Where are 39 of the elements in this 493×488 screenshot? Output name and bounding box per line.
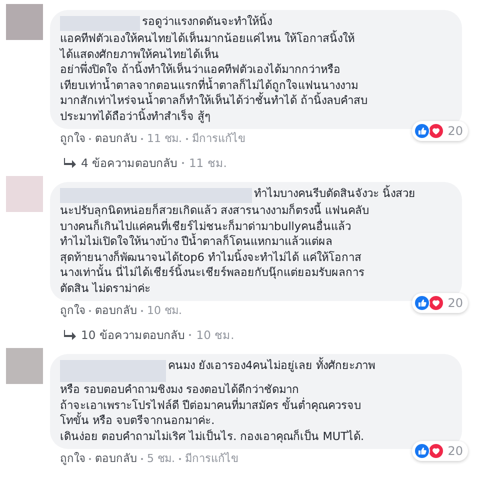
avatar[interactable] <box>6 4 43 40</box>
reactions-icon <box>414 123 444 139</box>
comment-text: แอคทีฟตัวเองให้คนไทยได้เห็นมากน้อยแค่ไหน ให้โอกาสนิ้งให้ ได้แสดงศักยภาพให้คนไทยได้เห็น อย่าพึ่งปิดใจ ถ้านิ้งทำให้เห็นว่าแอคทีฟตัวเองได้มากกว่าหรือ เทียบเท่าน้ำตาลจากตอนแรกที่น้ำตาลก็ไม่ได้ถูกใจแฟนนางงาม มากสักเท่าไหร่จนน้ำตาลก็ทำให้เห็นได้ว่าชั้นทำได้ ถ้านิ้งลบคำสบ ประมาทได้ถือว่านิ้งทำสำเร็จ สู้ๆ <box>60 31 369 124</box>
separator-dot <box>89 138 91 140</box>
action-link[interactable]: ตอบกลับ <box>95 304 137 318</box>
comment-text: ทำไมบางคนรีบตัดสินจังวะ นิ้งสวย <box>254 186 416 202</box>
action-text: 11 ชม. <box>147 132 182 146</box>
action-text: 5 ชม. <box>147 452 175 466</box>
reply-arrow-icon <box>64 158 76 168</box>
separator-dot <box>89 458 91 460</box>
reactions-icon <box>414 443 444 459</box>
action-link[interactable]: ถูกใจ <box>60 452 85 466</box>
action-text: มีการแก้ไข <box>185 452 239 466</box>
separator-dot <box>179 458 181 460</box>
action-link[interactable]: ถูกใจ <box>60 304 85 318</box>
separator-dot <box>189 334 192 336</box>
action-link[interactable]: ตอบกลับ <box>95 132 137 146</box>
separator-dot <box>141 310 143 312</box>
separator-dot <box>89 310 91 312</box>
separator-dot <box>186 138 188 140</box>
separator-dot <box>182 162 184 164</box>
comment-text: คนมง ยังเอารอง4คนไม่อยู่เลย ทั้งศักยะภาพ <box>168 358 376 374</box>
avatar[interactable] <box>6 176 43 212</box>
avatar[interactable] <box>6 348 43 384</box>
comment-text: หรือ รอบตอบคำถามชิงมง รองตอบได้ดีกว่าชัดมาก ถ้าจะเอาเพราะโปรไฟล์ดี ปีต่อมาคนที่มาสมัคร ขั้นต่ำคุณควรจบ โทขั้น หรือ จบตรีจากนอกมาค่ะ. เดินง่อย ตอบคำถามไม่เริศ ไม่เป็นไร. กองเอาคุณก็เป็น MUTได้. <box>60 382 366 444</box>
action-text: มีการแก้ไข <box>192 132 246 146</box>
reply-time: 11 ชม. <box>188 156 227 170</box>
action-text: 10 ชม. <box>147 304 182 318</box>
comment-text: นะปรับลุกนิดหน่อยก็สวยเกิดแล้ว สงสารนางงามก็ตรงนี้ แฟนคลับ บางคนก็เกินไปแค่คนที่เชียร์ไม่ชนะก็มาด่ามาbullyคนอื่นแล้ว ทำไมไม่เปิดใจให้นางบ้าง ปีน้ำตาลก็โดนแหกมาแล้วแต่ผล สุดท้ายนางก็พัฒนาจนได้top6 ทำไมนิ้งจะทำไม่ได้ แค่ให้โอกาส นางเท่านั้น นี่ไม่ได้เชียร์นิ้งนะเชียร์พลอยกับนุ๊กแต่ยอมรับผลการ ตัดสิน ไม่ดราม่าค่ะ <box>60 203 370 296</box>
reply-time: 10 ชม. <box>196 328 234 342</box>
replies-link[interactable]: 10 ข้อความตอบกลับ <box>81 328 184 342</box>
action-link[interactable]: ตอบกลับ <box>95 452 137 466</box>
reactions-icon <box>414 295 444 311</box>
replies-link[interactable]: 4 ข้อความตอบกลับ <box>81 156 177 170</box>
comment-text: รอดูว่าแรงกดดันจะทำให้นิ้ง <box>142 14 272 30</box>
separator-dot <box>141 458 143 460</box>
reply-arrow-icon <box>64 330 76 340</box>
action-link[interactable]: ถูกใจ <box>60 132 85 146</box>
separator-dot <box>141 138 143 140</box>
